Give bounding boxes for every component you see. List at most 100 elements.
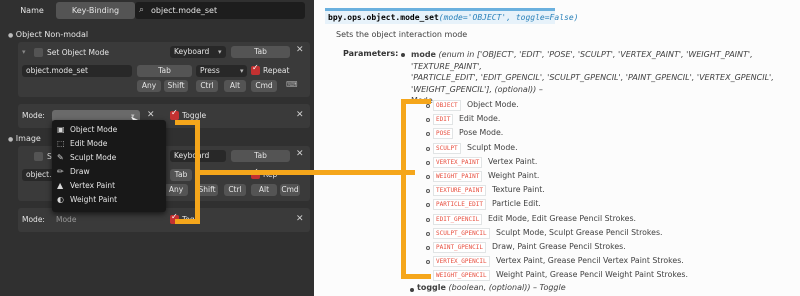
bullet-icon	[426, 189, 430, 194]
menu-item-draw[interactable]: ✏ Draw	[56, 165, 90, 178]
enum-description: Edit Mode, Edit Grease Pencil Strokes.	[488, 213, 636, 223]
remove-property-icon[interactable]: ✕	[296, 214, 304, 224]
keymap-search-input[interactable]: ⌕ object.mode_set	[135, 2, 305, 19]
enum-description: Pose Mode.	[459, 128, 504, 138]
bullet-icon	[426, 175, 430, 179]
menu-item-sculpt-mode[interactable]: ✎ Sculpt Mode	[56, 151, 116, 164]
enum-description: Vertex Paint, Grease Pencil Vertex Paint…	[496, 256, 684, 266]
enum-code: PAINT_GPENCIL	[433, 242, 486, 253]
remove-item-icon[interactable]: ✕	[296, 45, 304, 55]
mode-label: Mode:	[22, 215, 45, 224]
enum-code: EDIT_GPENCIL	[433, 213, 483, 225]
bullet-icon	[426, 146, 430, 151]
enum-description: Texture Paint.	[492, 185, 545, 195]
mode-param-doc: mode (enum in ['OBJECT', 'EDIT', 'POSE',…	[411, 50, 774, 105]
key-field[interactable]: Tab	[170, 169, 192, 181]
bullet-icon	[426, 118, 430, 123]
api-docs-panel: bpy.ops.object.mode_set(mode='OBJECT', t…	[314, 0, 800, 296]
modifier-cmd[interactable]: Cmd	[280, 184, 300, 196]
section-image[interactable]: ● Image	[8, 134, 41, 143]
key-field[interactable]: Tab	[137, 65, 192, 77]
object-mode-icon: ▣	[57, 125, 65, 134]
vertex-paint-icon: ▲	[57, 181, 64, 190]
expand-icon: ●	[8, 136, 14, 143]
menu-item-edit-mode[interactable]: ⬚ Edit Mode	[56, 137, 107, 150]
bullet-icon	[426, 231, 430, 236]
function-signature: bpy.ops.object.mode_set(mode='OBJECT', t…	[325, 8, 578, 24]
name-tab[interactable]: Name	[8, 2, 56, 19]
modifier-alt[interactable]: Alt	[251, 184, 277, 196]
enum-description: Edit Mode.	[459, 114, 501, 124]
bullet-icon	[401, 53, 405, 57]
enum-description: Sculpt Mode.	[467, 142, 518, 152]
keymap-header: Name Key-Binding ⌕ object.mode_set	[8, 2, 308, 20]
section-title: Image	[15, 134, 41, 143]
item-active-checkbox[interactable]	[34, 48, 43, 57]
expand-icon: ●	[8, 32, 14, 39]
chevron-down-icon: ▾	[240, 67, 244, 75]
enum-description: Weight Paint, Grease Pencil Weight Paint…	[496, 270, 688, 280]
enum-code: WEIGHT_PAINT	[433, 171, 483, 182]
modifier-any[interactable]: Any	[164, 184, 188, 196]
key-button[interactable]: Tab	[231, 150, 290, 162]
annotation-connector	[195, 170, 415, 175]
operator-id-field[interactable]: object.mode_set	[22, 65, 132, 77]
enum-code: EDIT	[433, 114, 454, 126]
keybinding-tab[interactable]: Key-Binding	[56, 2, 135, 19]
bullet-icon	[410, 288, 414, 292]
section-title: Object Non-modal	[15, 30, 89, 39]
draw-icon: ✏	[57, 167, 64, 176]
modifier-any[interactable]: Any	[137, 80, 161, 92]
mode-label: Mode:	[22, 111, 45, 120]
repeat-label: Repeat	[263, 66, 290, 75]
section-object-non-modal[interactable]: ● Object Non-modal	[8, 30, 88, 39]
menu-item-weight-paint[interactable]: ◐ Weight Paint	[56, 193, 117, 206]
toggle-checkbox[interactable]	[170, 108, 179, 120]
bullet-icon	[426, 246, 430, 250]
modifier-cmd[interactable]: Cmd	[251, 80, 277, 92]
mode-dropdown-menu: ▣ Object Mode ⬚ Edit Mode ✎ Sculpt Mode …	[52, 120, 166, 212]
expand-arrow-icon[interactable]: ▾	[22, 48, 26, 56]
annotation-bracket	[401, 274, 431, 279]
annotation-connector	[175, 219, 200, 224]
modifier-ctrl[interactable]: Ctrl	[224, 184, 246, 196]
remove-item-icon[interactable]: ✕	[296, 149, 304, 159]
bullet-icon	[426, 260, 430, 265]
operator-id-field[interactable]: object.m	[22, 169, 56, 181]
bullet-icon	[426, 104, 430, 108]
enum-code: TEXTURE_PAINT	[433, 185, 486, 197]
item-active-checkbox[interactable]	[34, 152, 43, 161]
remove-property-icon[interactable]: ✕	[296, 110, 304, 120]
bullet-icon	[426, 217, 430, 222]
edit-mode-icon: ⬚	[57, 139, 65, 148]
modifier-ctrl[interactable]: Ctrl	[196, 80, 218, 92]
enum-description: Sculpt Mode, Sculpt Grease Pencil Stroke…	[496, 227, 663, 237]
annotation-bracket	[401, 99, 406, 279]
enum-description: Vertex Paint.	[488, 156, 538, 166]
modifier-alt[interactable]: Alt	[224, 80, 246, 92]
enum-description: Particle Edit.	[492, 199, 541, 209]
modifier-shift[interactable]: Shift	[164, 80, 188, 92]
mode-placeholder: Mode	[56, 215, 77, 224]
enum-code: OBJECT	[433, 100, 461, 111]
menu-item-object-mode[interactable]: ▣ Object Mode	[56, 123, 117, 136]
keymap-editor: Name Key-Binding ⌕ object.mode_set ● Obj…	[0, 0, 314, 296]
key-button[interactable]: Tab	[231, 46, 290, 58]
item-name[interactable]: Set Object Mode	[47, 47, 157, 59]
enum-code: POSE	[433, 128, 454, 140]
enum-code: VERTEX_PAINT	[433, 156, 483, 168]
search-value: object.mode_set	[151, 6, 218, 15]
enum-description: Draw, Paint Grease Pencil Strokes.	[492, 242, 626, 251]
enum-code: SCULPT_GPENCIL	[433, 227, 490, 239]
bullet-icon	[426, 132, 430, 137]
sculpt-mode-icon: ✎	[57, 153, 64, 162]
enum-description: Object Mode.	[467, 100, 519, 109]
clear-mode-icon[interactable]: ✕	[147, 110, 155, 120]
parameters-label: Parameters:	[343, 49, 399, 58]
menu-item-vertex-paint[interactable]: ▲ Vertex Paint	[56, 179, 115, 192]
enum-code: SCULPT	[433, 142, 461, 154]
repeat-checkbox[interactable]	[251, 63, 260, 75]
enum-code: VERTEX_GPENCIL	[433, 256, 490, 268]
toggle-param-doc: toggle (boolean, (optional)) – Toggle	[417, 283, 566, 292]
weight-paint-icon: ◐	[57, 195, 64, 204]
